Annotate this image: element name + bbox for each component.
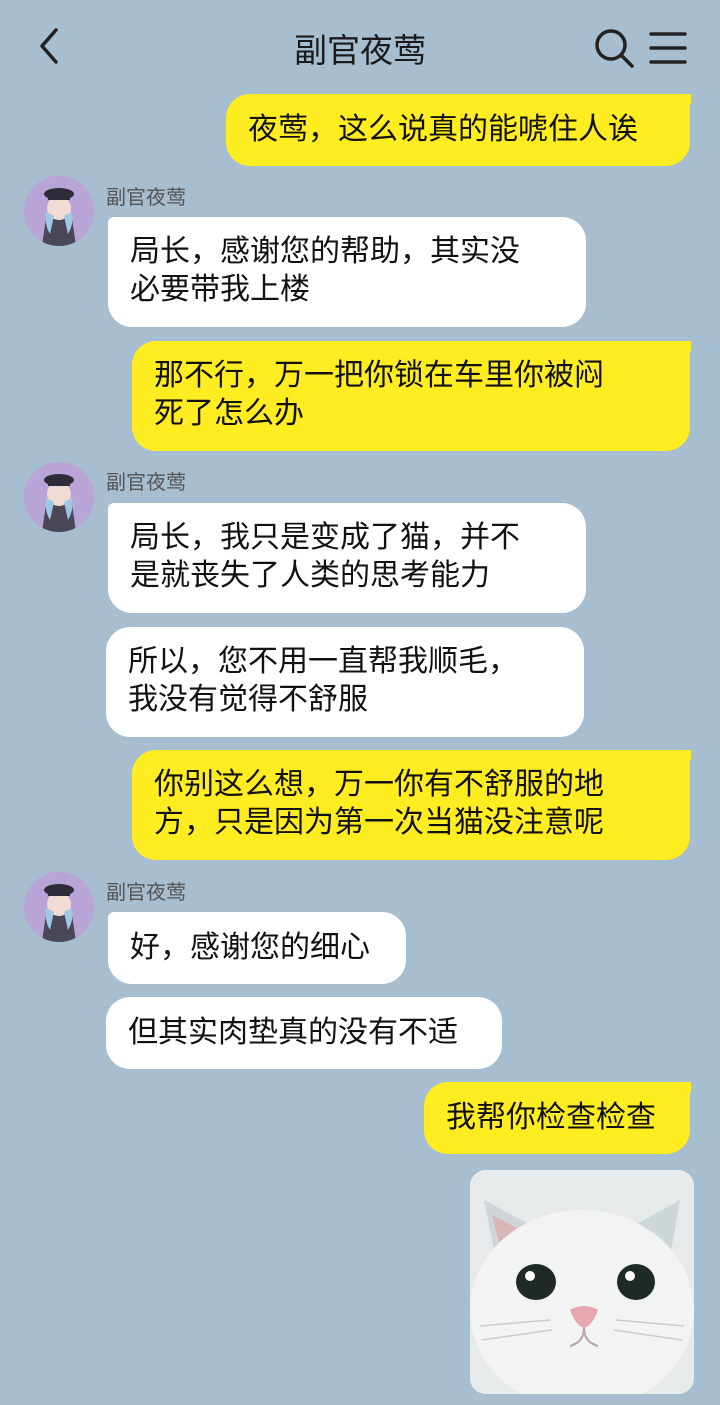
their-message-bubble[interactable]: 所以，您不用一直帮我顺毛， 我没有觉得不舒服 [106,627,584,737]
search-button[interactable] [592,26,636,70]
message-text: 好，感谢您的细心 [130,930,370,965]
message-line: 你别这么想，万一你有不舒服的地 [154,767,604,802]
sender-name: 副官夜莺 [106,185,186,209]
message-line: 死了怎么办 [154,396,304,431]
message-line: 局长，我只是变成了猫，并不 [130,520,520,555]
officer-avatar-icon [24,872,94,942]
officer-avatar-icon [24,176,94,246]
message-text: 但其实肉垫真的没有不适 [128,1015,458,1050]
avatar[interactable] [24,176,94,246]
their-message-bubble[interactable]: 但其实肉垫真的没有不适 [106,997,502,1069]
menu-button[interactable] [648,30,688,66]
menu-icon [649,32,687,64]
message-line: 那不行，万一把你锁在车里你被闷 [154,358,604,393]
chat-header: 副官夜莺 [0,0,720,92]
sender-name: 副官夜莺 [106,470,186,494]
my-message-bubble[interactable]: 夜莺，这么说真的能唬住人诶 [226,94,691,166]
their-message-bubble[interactable]: 局长，我只是变成了猫，并不 是就丧失了人类的思考能力 [108,503,586,613]
message-line: 是就丧失了人类的思考能力 [130,558,490,593]
message-line: 局长，感谢您的帮助，其实没 [130,234,520,269]
message-line: 我没有觉得不舒服 [128,682,368,717]
avatar[interactable] [24,462,94,532]
my-message-bubble[interactable]: 我帮你检查检查 [424,1082,691,1154]
officer-avatar-icon [24,462,94,532]
message-text: 夜莺，这么说真的能唬住人诶 [248,112,638,147]
white-cat-photo [470,1170,694,1394]
their-message-bubble[interactable]: 局长，感谢您的帮助，其实没 必要带我上楼 [108,217,586,327]
sender-name: 副官夜莺 [106,880,186,904]
message-line: 方，只是因为第一次当猫没注意呢 [154,805,604,840]
message-line: 所以，您不用一直帮我顺毛， [128,644,518,679]
my-message-bubble[interactable]: 你别这么想，万一你有不舒服的地 方，只是因为第一次当猫没注意呢 [132,750,691,860]
message-line: 必要带我上楼 [130,272,310,307]
message-text: 我帮你检查检查 [446,1100,656,1135]
search-icon [595,29,634,68]
their-message-bubble[interactable]: 好，感谢您的细心 [108,912,406,984]
avatar[interactable] [24,872,94,942]
my-message-bubble[interactable]: 那不行，万一把你锁在车里你被闷 死了怎么办 [132,341,691,451]
cat-photo-message[interactable] [470,1170,694,1394]
